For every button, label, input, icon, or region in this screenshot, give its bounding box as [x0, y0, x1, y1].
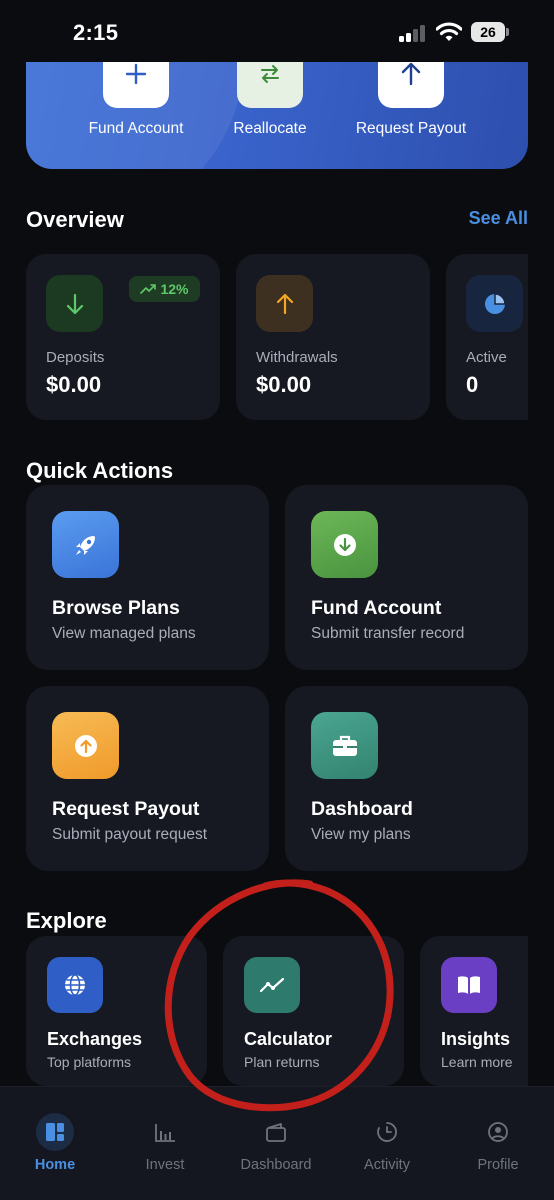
- exchanges-card[interactable]: Exchanges Top platforms: [26, 936, 207, 1086]
- ov-icon-box: [256, 275, 313, 332]
- trend-line-icon: [259, 977, 285, 993]
- wifi-icon: [436, 22, 462, 41]
- swap-arrows-icon: [261, 65, 279, 83]
- battery-level: 26: [471, 22, 505, 42]
- ex-icon-box: [244, 957, 300, 1013]
- qa-title: Browse Plans: [52, 597, 180, 619]
- ov-value: $0.00: [256, 372, 312, 397]
- battery-icon: 26: [471, 22, 509, 42]
- calculator-card[interactable]: Calculator Plan returns: [223, 936, 404, 1086]
- qa-title: Request Payout: [52, 798, 200, 820]
- tab-icon-wrap: [368, 1113, 406, 1151]
- qa-icon-box: [52, 511, 119, 578]
- arrow-down-circle-icon: [333, 533, 356, 556]
- arrow-up-icon: [401, 62, 421, 86]
- ov-value: $0.00: [46, 372, 102, 397]
- tab-home[interactable]: Home: [0, 1087, 110, 1187]
- hero-action-label: Request Payout: [355, 120, 467, 137]
- tab-label: Dashboard: [240, 1157, 312, 1173]
- growth-badge: 12%: [129, 276, 200, 302]
- rocket-icon: [75, 535, 95, 555]
- user-icon: [488, 1122, 508, 1142]
- qa-icon-box: [52, 712, 119, 779]
- tab-label: Activity: [364, 1157, 410, 1173]
- briefcase-icon: [332, 735, 357, 756]
- growth-badge-value: 12%: [160, 281, 189, 297]
- tab-icon-wrap: [257, 1113, 295, 1151]
- withdrawals-card[interactable]: Withdrawals $0.00: [236, 254, 430, 420]
- home-icon: [46, 1123, 64, 1141]
- hero-action-label: Fund Account: [88, 120, 184, 137]
- ov-icon-box: [466, 275, 523, 332]
- ex-subtitle: Top platforms: [47, 1054, 132, 1070]
- dashboard-card[interactable]: Dashboard View my plans: [285, 686, 528, 871]
- qa-subtitle: View managed plans: [52, 625, 196, 642]
- ex-title: Exchanges: [47, 1029, 143, 1049]
- ex-title: Calculator: [244, 1029, 333, 1049]
- book-icon: [458, 976, 480, 994]
- tab-dashboard[interactable]: Dashboard: [221, 1087, 331, 1187]
- arrow-down-icon: [66, 293, 83, 314]
- qa-icon-box: [311, 712, 378, 779]
- wallet-icon: [266, 1123, 286, 1142]
- qa-title: Fund Account: [311, 597, 442, 619]
- browse-plans-card[interactable]: Browse Plans View managed plans: [26, 485, 269, 670]
- request-payout-card[interactable]: Request Payout Submit payout request: [26, 686, 269, 871]
- trending-up-icon: [140, 284, 157, 294]
- tab-label: Home: [34, 1157, 76, 1173]
- bar-chart-icon: [155, 1124, 175, 1142]
- insights-card[interactable]: Insights Learn more: [420, 936, 528, 1086]
- globe-icon: [65, 974, 85, 996]
- ex-icon-box: [47, 957, 103, 1013]
- ov-label: Withdrawals: [256, 349, 338, 366]
- qa-icon-box: [311, 511, 378, 578]
- ex-title: Insights: [441, 1029, 511, 1049]
- clock-icon: [377, 1122, 397, 1142]
- pie-chart-icon: [484, 292, 506, 314]
- fund-account-card[interactable]: Fund Account Submit transfer record: [285, 485, 528, 670]
- tab-label: Profile: [477, 1157, 519, 1173]
- quick-actions-heading: Quick Actions: [26, 458, 174, 483]
- tab-label: Invest: [145, 1157, 185, 1173]
- ex-subtitle: Plan returns: [244, 1054, 320, 1070]
- status-bar: 2:15 26: [0, 0, 554, 62]
- tab-bar: Home Invest Dashboard Activity Profile: [0, 1086, 554, 1200]
- active-card[interactable]: Active 0: [446, 254, 528, 420]
- qa-subtitle: Submit payout request: [52, 826, 208, 843]
- qa-subtitle: View my plans: [311, 826, 411, 843]
- ov-value: 0: [466, 372, 479, 397]
- tab-icon-wrap: [479, 1113, 517, 1151]
- ex-icon-box: [441, 957, 497, 1013]
- tab-activity[interactable]: Activity: [332, 1087, 442, 1187]
- tab-icon-wrap: [36, 1113, 74, 1151]
- ov-label: Active: [466, 349, 507, 366]
- qa-subtitle: Submit transfer record: [311, 625, 465, 642]
- tab-invest[interactable]: Invest: [110, 1087, 220, 1187]
- overview-heading: Overview: [26, 207, 124, 232]
- see-all-link[interactable]: See All: [469, 208, 528, 229]
- ov-icon-box: [46, 275, 103, 332]
- qa-title: Dashboard: [311, 798, 413, 820]
- ov-label: Deposits: [46, 349, 105, 366]
- arrow-up-circle-icon: [74, 734, 97, 757]
- tab-profile[interactable]: Profile: [443, 1087, 553, 1187]
- cellular-signal-icon: [399, 24, 429, 42]
- ex-subtitle: Learn more: [441, 1054, 513, 1070]
- arrow-up-icon: [276, 293, 293, 314]
- explore-heading: Explore: [26, 908, 107, 933]
- plus-icon: [125, 63, 147, 85]
- tab-icon-wrap: [146, 1113, 184, 1151]
- hero-action-label: Reallocate: [233, 120, 307, 137]
- status-time: 2:15: [73, 20, 119, 45]
- deposits-card[interactable]: 12% Deposits $0.00: [26, 254, 220, 420]
